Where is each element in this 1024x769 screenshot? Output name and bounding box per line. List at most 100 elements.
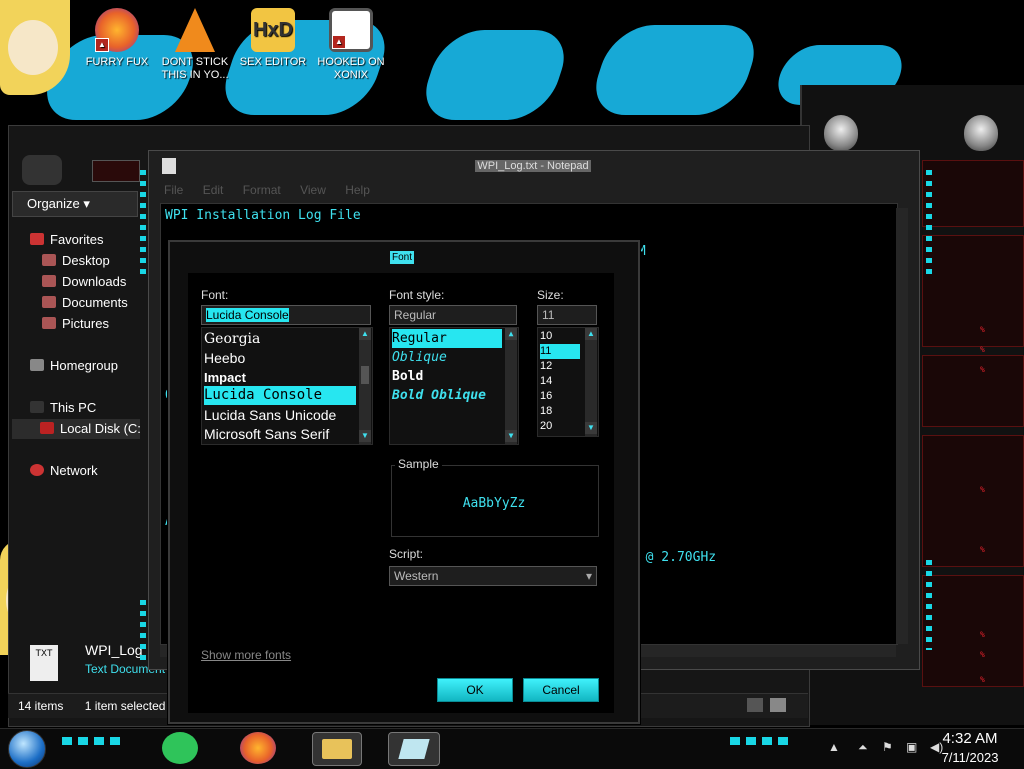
font-list-item[interactable]: Georgia [204,330,260,349]
flag-icon[interactable]: ⚑ [882,740,893,754]
notepad-icon [398,739,430,759]
script-select[interactable]: Western ▾ [389,566,597,586]
details-file-name: WPI_Log [85,642,143,658]
desktop-icon-dont-stick[interactable]: DONT STICK THIS IN YO... [158,8,232,82]
font-list-item-selected[interactable]: Lucida Console [204,386,356,405]
pictures-icon [42,317,56,329]
taskbar-file-explorer-icon[interactable] [312,732,362,766]
scroll-down-icon[interactable]: ▼ [585,422,597,434]
style-list-scrollbar[interactable]: ▲ ▼ [504,328,517,444]
scroll-up-icon[interactable]: ▲ [359,328,371,340]
font-style-list: Regular Oblique Bold Bold Oblique ▲ ▼ [389,327,519,445]
size-item[interactable]: 10 [540,329,552,344]
font-list-item[interactable]: Lucida Sans Unicode [204,406,336,425]
status-selected: 1 item selected [84,699,166,713]
style-item[interactable]: Oblique [392,348,447,367]
style-item-selected[interactable]: Regular [392,329,502,348]
desktop-icon-furry-fux[interactable]: ▲ FURRY FUX [80,8,154,69]
font-list-scrollbar[interactable]: ▲ ▼ [358,328,371,444]
large-icons-view-icon[interactable] [770,698,786,712]
style-item[interactable]: Bold Oblique [392,386,486,405]
hxd-editor-icon: HxD [251,8,295,52]
scroll-up-icon[interactable]: ▲ [585,328,597,340]
taskbar-firefox-icon[interactable] [240,732,276,764]
scroll-up-icon[interactable]: ▲ [505,328,517,340]
size-item[interactable]: 14 [540,374,552,389]
chevron-down-icon: ▾ [585,569,592,583]
desktop-icon-label: DONT STICK THIS IN YO... [161,56,229,81]
organize-button[interactable]: Organize ▾ [12,191,138,217]
xonix-game-icon: ▲ [329,8,373,52]
style-item[interactable]: Bold [392,367,423,386]
notepad-title: WPI_Log.txt - Notepad [475,160,591,172]
clock-time: 4:32 AM [942,730,998,747]
desktop-icon [42,254,56,266]
nav-network[interactable]: Network [30,461,98,481]
star-icon [30,233,44,245]
nav-pictures[interactable]: Pictures [42,314,109,334]
log-text-fragment: 2 @ 2.70GHz [630,550,717,565]
nav-homegroup[interactable]: Homegroup [30,356,118,376]
ok-button[interactable]: OK [437,678,513,702]
menu-help[interactable]: Help [345,183,370,197]
font-label: Font: [201,288,229,302]
cancel-button[interactable]: Cancel [523,678,599,702]
nav-favorites[interactable]: Favorites [30,230,103,250]
menu-file[interactable]: File [164,183,183,197]
folder-icon [322,739,352,759]
taskbar-notepad-icon[interactable] [388,732,440,766]
status-item-count: 14 items [18,699,64,713]
script-label: Script: [389,547,424,561]
nav-local-disk[interactable]: Local Disk (C: [12,419,141,439]
font-dialog-title: Font [390,251,415,264]
desktop-icon-sex-editor[interactable]: HxD SEX EDITOR [236,8,310,69]
notepad-menubar: File Edit Format View Help [164,183,386,201]
back-nav-icon[interactable] [22,155,62,185]
desktop-icon-hooked-on-xonix[interactable]: ▲ HOOKED ON XONIX [314,8,388,82]
nav-this-pc[interactable]: This PC [30,398,96,418]
address-bar[interactable] [92,160,140,182]
size-list-scrollbar[interactable]: ▲ ▼ [584,328,597,436]
scroll-thumb[interactable] [361,366,369,384]
show-more-fonts-link[interactable]: Show more fonts [201,648,291,662]
taskbar-app-green-icon[interactable] [162,732,198,764]
taskbar-clock[interactable]: 4:32 AM 7/11/2023 [920,729,1020,767]
taskbar [0,728,1024,769]
menu-format[interactable]: Format [243,183,281,197]
desktop-icon-label: SEX EDITOR [239,56,307,68]
log-header-line: WPI Installation Log File [165,208,361,223]
font-style-input[interactable]: Regular [389,305,517,325]
text-file-icon: TXT [30,645,58,681]
show-hidden-icons-icon[interactable]: ⏶ [858,740,868,755]
tray-app-icon[interactable]: ▲ [828,740,840,754]
start-button[interactable] [8,730,46,768]
firefox-icon: ▲ [95,8,139,52]
scroll-down-icon[interactable]: ▼ [359,430,371,442]
size-item[interactable]: 12 [540,359,552,374]
homegroup-icon [30,359,44,371]
font-name-input[interactable]: Lucida Console [201,305,371,325]
nav-desktop[interactable]: Desktop [42,251,110,271]
font-list-item[interactable]: Heebo [204,349,245,368]
computer-icon [30,401,44,413]
menu-edit[interactable]: Edit [203,183,224,197]
documents-icon [42,296,56,308]
size-item[interactable]: 20 [540,419,552,434]
font-list-item[interactable]: Impact [204,368,246,387]
size-item-selected[interactable]: 11 [540,344,580,359]
size-item[interactable]: 18 [540,404,552,419]
scroll-down-icon[interactable]: ▼ [505,430,517,442]
menu-view[interactable]: View [300,183,326,197]
size-item[interactable]: 16 [540,389,552,404]
notepad-vertical-scrollbar[interactable] [896,208,908,644]
sample-text: AaBbYyZz [462,496,526,511]
nav-downloads[interactable]: Downloads [42,272,126,292]
network-tray-icon[interactable]: ▣ [906,740,917,754]
desktop-icon-label: HOOKED ON XONIX [317,56,385,81]
font-list-item[interactable]: Microsoft Sans Serif [204,425,329,444]
nav-documents[interactable]: Documents [42,293,128,313]
size-input[interactable]: 11 [537,305,597,325]
details-view-icon[interactable] [747,698,763,712]
size-list: 10 11 12 14 16 18 20 ▲ ▼ [537,327,599,437]
vlc-cone-icon [175,8,215,52]
